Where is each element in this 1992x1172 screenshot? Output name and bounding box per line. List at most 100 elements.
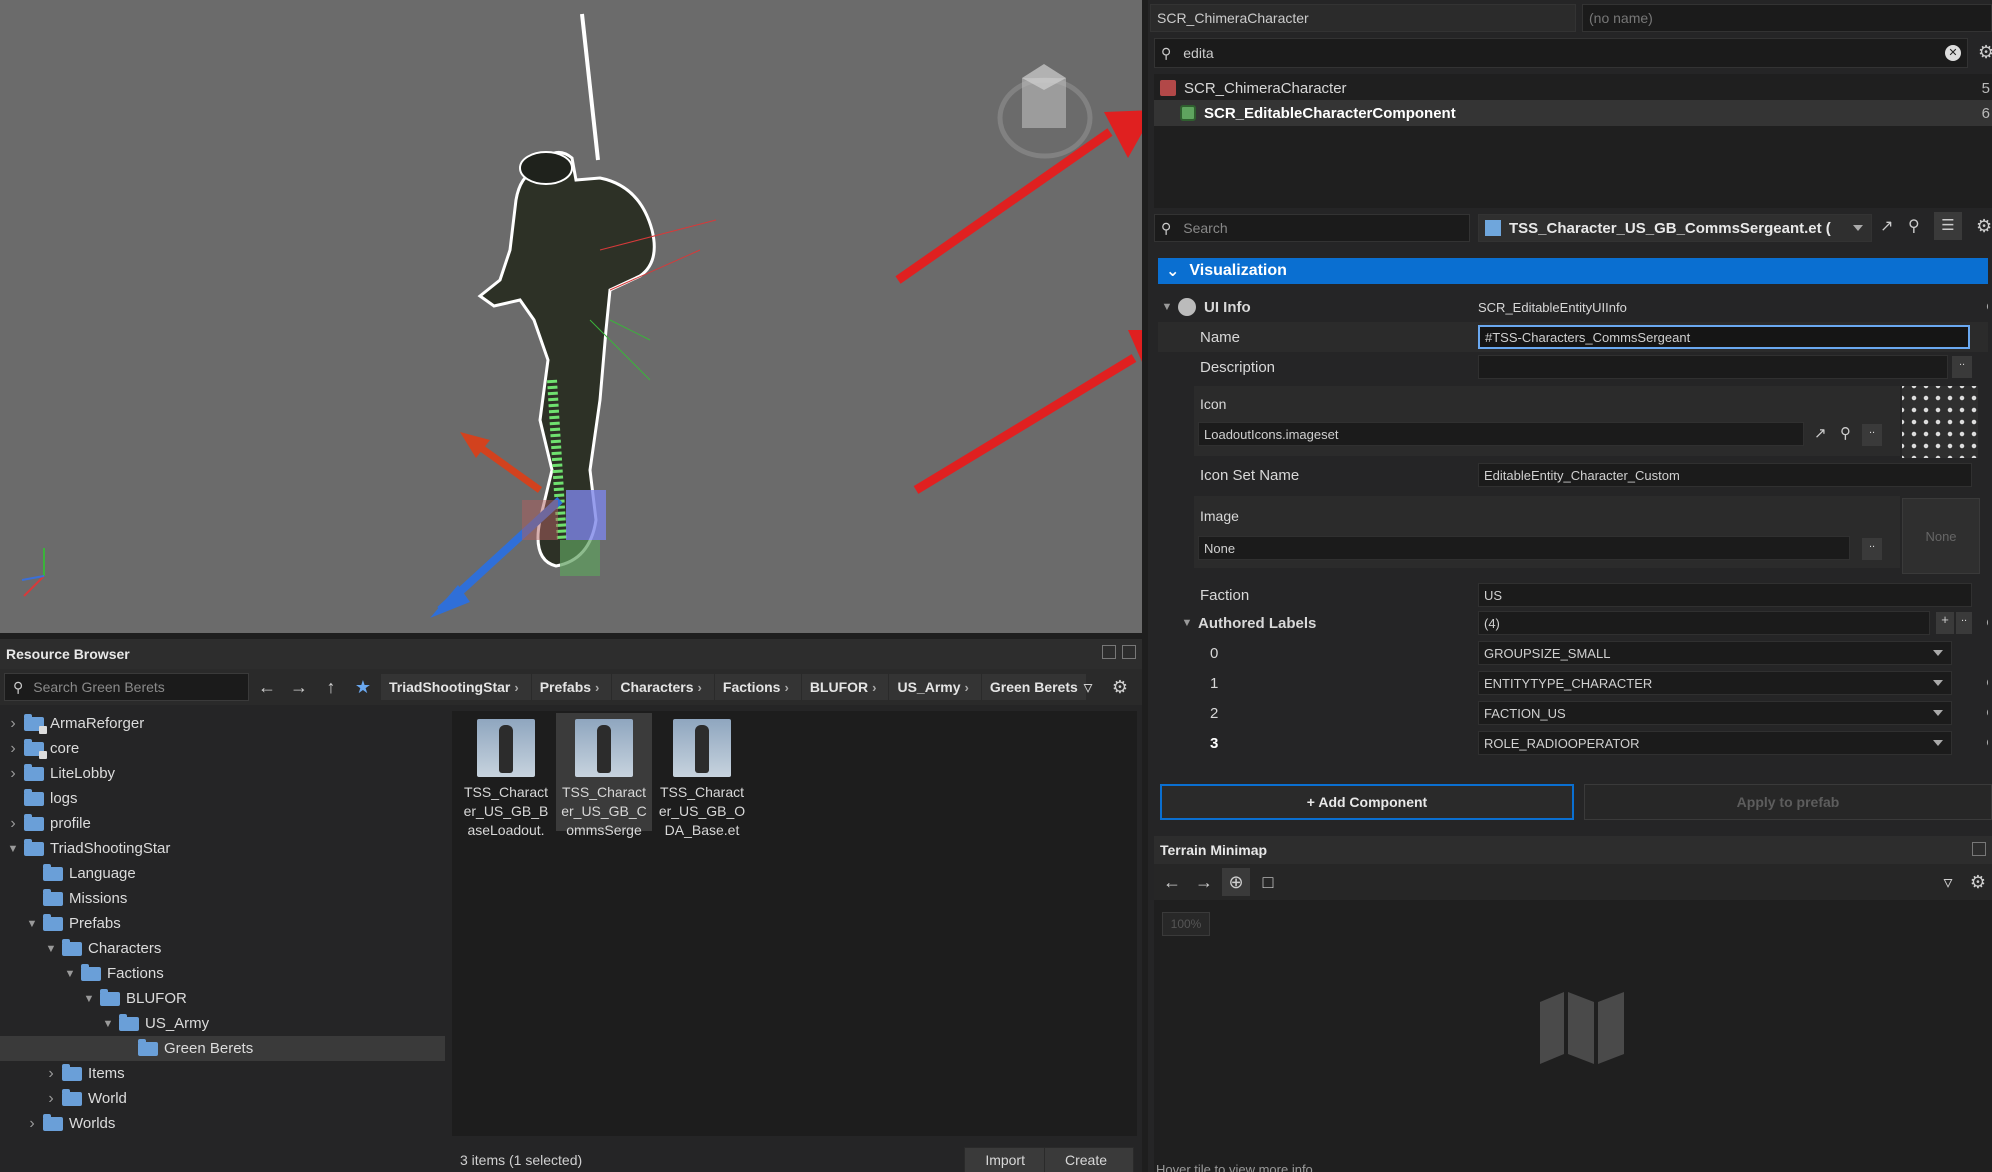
- tree-item[interactable]: ▼ Prefabs: [0, 911, 445, 936]
- chevron-down-icon[interactable]: ▼: [101, 1018, 115, 1030]
- more-button[interactable]: ..: [1956, 612, 1972, 634]
- gear-icon[interactable]: ⚙: [1964, 868, 1992, 896]
- up-arrow-icon[interactable]: ↑: [317, 673, 345, 701]
- file-item[interactable]: TSS_Charact er_US_GB_C ommsSerge: [556, 713, 652, 838]
- reset-icon[interactable]: ↺: [1985, 704, 1988, 722]
- clear-icon[interactable]: ✕: [1945, 45, 1961, 61]
- chevron-down-icon[interactable]: ▼: [63, 968, 77, 980]
- hierarchy-row-component[interactable]: SCR_EditableCharacterComponent 6: [1154, 100, 1992, 126]
- icon-set-name-input[interactable]: EditableEntity_Character_Custom: [1478, 463, 1972, 487]
- resource-search-input[interactable]: ⚲ Search Green Berets: [4, 673, 249, 701]
- section-visualization[interactable]: ⌄ Visualization: [1158, 258, 1988, 284]
- back-arrow-icon[interactable]: ←: [253, 673, 281, 701]
- breadcrumb-item[interactable]: BLUFOR ›: [801, 674, 889, 700]
- 3d-viewport[interactable]: [0, 0, 1142, 633]
- description-input[interactable]: [1478, 355, 1948, 379]
- tree-item[interactable]: › core: [0, 736, 445, 761]
- search-icon[interactable]: ⚲: [1840, 424, 1851, 442]
- tree-item[interactable]: › World: [0, 1086, 445, 1111]
- tree-item[interactable]: ▼ BLUFOR: [0, 986, 445, 1011]
- label-select[interactable]: GROUPSIZE_SMALL: [1478, 641, 1952, 665]
- chevron-down-icon[interactable]: ▼: [82, 993, 96, 1005]
- forward-arrow-icon[interactable]: →: [285, 673, 313, 701]
- icon-input[interactable]: LoadoutIcons.imageset: [1198, 422, 1804, 446]
- gear-icon[interactable]: ⚙: [1976, 216, 1992, 237]
- chevron-right-icon[interactable]: ›: [44, 1090, 58, 1108]
- add-component-button[interactable]: + Add Component: [1160, 784, 1574, 820]
- gear-icon[interactable]: ⚙: [1106, 673, 1134, 701]
- ellipsis-button[interactable]: ..: [1862, 538, 1882, 560]
- name-input[interactable]: #TSS-Characters_CommsSergeant: [1478, 325, 1970, 349]
- tree-item[interactable]: Green Berets: [0, 1036, 445, 1061]
- tree-item[interactable]: ▼ TriadShootingStar: [0, 836, 445, 861]
- hierarchy-row-entity[interactable]: SCR_ChimeraCharacter 5: [1154, 76, 1992, 100]
- add-item-button[interactable]: +: [1936, 612, 1954, 634]
- chevron-right-icon[interactable]: ›: [25, 1115, 39, 1133]
- label-select[interactable]: ROLE_RADIOOPERATOR: [1478, 731, 1952, 755]
- breadcrumb-item[interactable]: US_Army ›: [889, 674, 981, 700]
- tree-item[interactable]: logs: [0, 786, 445, 811]
- chevron-right-icon[interactable]: ›: [6, 815, 20, 833]
- tree-item[interactable]: › Items: [0, 1061, 445, 1086]
- label-select[interactable]: FACTION_US: [1478, 701, 1952, 725]
- open-external-icon[interactable]: ↗: [1814, 424, 1827, 442]
- favorite-star-icon[interactable]: ★: [349, 673, 377, 701]
- search-icon[interactable]: ⚲: [1908, 216, 1920, 236]
- navigation-cube-icon[interactable]: [997, 64, 1093, 159]
- chevron-right-icon[interactable]: ›: [6, 740, 20, 758]
- breadcrumb-item[interactable]: Green Berets: [981, 674, 1086, 700]
- filter-icon[interactable]: ▿: [1074, 673, 1102, 701]
- reset-icon[interactable]: ↺: [1985, 298, 1988, 316]
- tree-item[interactable]: Language: [0, 861, 445, 886]
- tree-item[interactable]: ▼ Characters: [0, 936, 445, 961]
- prefab-selector[interactable]: TSS_Character_US_GB_CommsSergeant.et (: [1478, 214, 1872, 242]
- tree-item[interactable]: › Worlds: [0, 1111, 445, 1136]
- chevron-down-icon[interactable]: ▼: [25, 918, 39, 930]
- breadcrumb-item[interactable]: Factions ›: [714, 674, 801, 700]
- gear-icon[interactable]: ⚙: [1978, 42, 1992, 63]
- chevron-right-icon[interactable]: ›: [6, 715, 20, 733]
- create-button[interactable]: Create: [1043, 1147, 1134, 1172]
- open-external-icon[interactable]: ↗: [1880, 216, 1893, 236]
- breadcrumb-item[interactable]: TriadShootingStar ›: [381, 674, 531, 700]
- hierarchy-toggle-icon[interactable]: ☰: [1934, 212, 1962, 240]
- filter-icon[interactable]: ▿: [1934, 868, 1962, 896]
- ellipsis-button[interactable]: ..: [1862, 424, 1882, 446]
- close-icon[interactable]: [1122, 645, 1136, 659]
- chevron-right-icon[interactable]: ›: [44, 1065, 58, 1083]
- apply-to-prefab-button[interactable]: Apply to prefab: [1584, 784, 1992, 820]
- reset-icon[interactable]: ↺: [1985, 734, 1988, 752]
- tree-item[interactable]: Missions: [0, 886, 445, 911]
- undock-icon[interactable]: [1972, 842, 1986, 856]
- label-select[interactable]: ENTITYTYPE_CHARACTER: [1478, 671, 1952, 695]
- faction-input[interactable]: US: [1478, 583, 1972, 607]
- chevron-right-icon[interactable]: ›: [6, 765, 20, 783]
- tree-item[interactable]: › LiteLobby: [0, 761, 445, 786]
- crop-icon[interactable]: □: [1254, 868, 1282, 896]
- chevron-down-icon[interactable]: ▼: [44, 943, 58, 955]
- tree-item[interactable]: ▼ US_Army: [0, 1011, 445, 1036]
- reset-icon[interactable]: ↺: [1985, 674, 1988, 692]
- ellipsis-button[interactable]: ..: [1952, 356, 1972, 378]
- expand-arrow-icon[interactable]: ▼: [1180, 617, 1194, 629]
- reset-icon[interactable]: ↺: [1985, 614, 1988, 632]
- image-input[interactable]: None: [1198, 536, 1850, 560]
- import-button[interactable]: Import: [964, 1147, 1046, 1172]
- expand-arrow-icon[interactable]: ▼: [1160, 301, 1174, 313]
- file-item[interactable]: TSS_Charact er_US_GB_B aseLoadout.: [458, 713, 554, 838]
- crosshair-icon[interactable]: ⊕: [1222, 868, 1250, 896]
- forward-arrow-icon[interactable]: →: [1190, 868, 1218, 896]
- breadcrumb-item[interactable]: Prefabs ›: [531, 674, 612, 700]
- breadcrumb-item[interactable]: Characters ›: [612, 674, 714, 700]
- property-search-input[interactable]: ⚲ Search: [1154, 214, 1470, 242]
- undock-icon[interactable]: [1102, 645, 1116, 659]
- component-filter-input[interactable]: ⚲ edita ✕: [1154, 38, 1968, 68]
- tree-item[interactable]: › ArmaReforger: [0, 711, 445, 736]
- file-item[interactable]: TSS_Charact er_US_GB_O DA_Base.et: [654, 713, 750, 838]
- entity-name-input[interactable]: (no name): [1582, 4, 1992, 32]
- back-arrow-icon[interactable]: ←: [1158, 868, 1186, 896]
- icon-value: LoadoutIcons.imageset: [1204, 426, 1339, 442]
- chevron-down-icon[interactable]: ▼: [6, 843, 20, 855]
- tree-item[interactable]: › profile: [0, 811, 445, 836]
- tree-item[interactable]: ▼ Factions: [0, 961, 445, 986]
